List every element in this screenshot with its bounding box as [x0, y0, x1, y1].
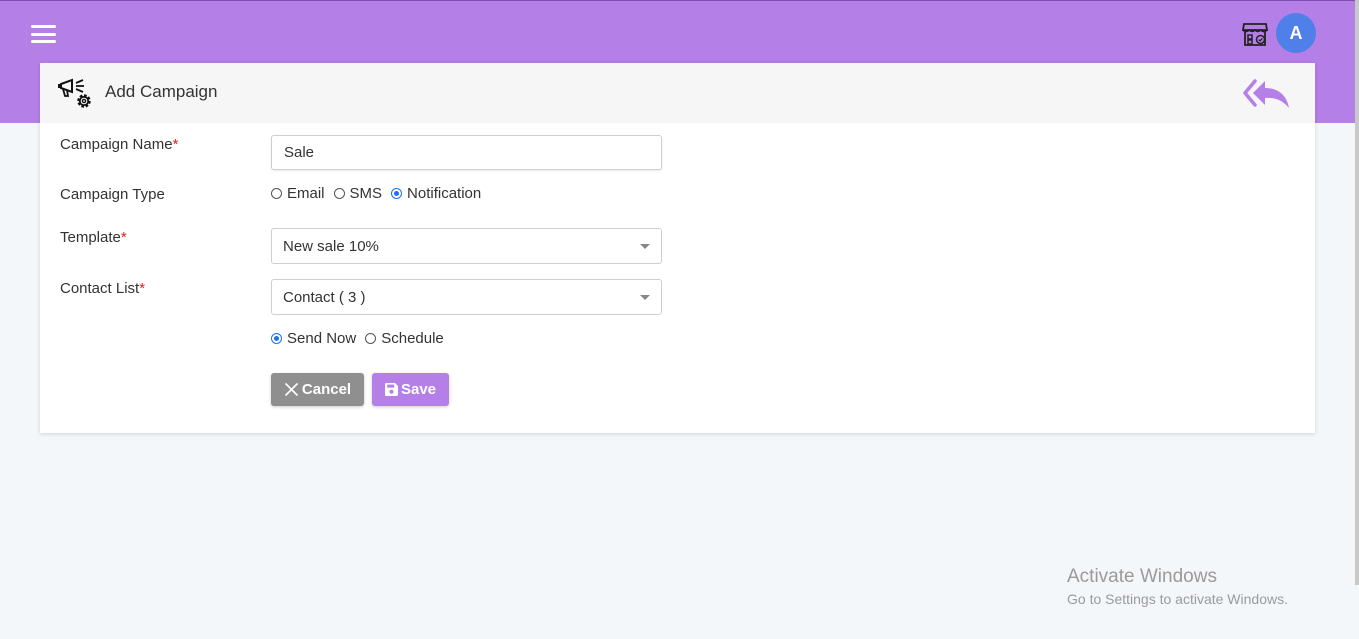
campaign-type-radio-group: Email SMS Notification [271, 185, 490, 202]
cancel-button-label: Cancel [301, 381, 352, 398]
contact-list-selected-value: Contact ( 3 ) [283, 288, 366, 306]
cancel-button[interactable]: Cancel [271, 373, 364, 406]
close-icon [284, 382, 298, 397]
radio-sms-label: SMS [349, 185, 383, 202]
campaign-type-sms-option[interactable]: SMS [333, 185, 383, 202]
radio-schedule-label: Schedule [381, 330, 444, 347]
card-header: Add Campaign [40, 63, 1315, 123]
scrollbar[interactable] [1355, 0, 1359, 585]
page-title: Add Campaign [105, 82, 218, 101]
radio-sms[interactable] [333, 188, 345, 199]
required-mark: * [120, 229, 127, 246]
chevron-down-icon [640, 244, 650, 249]
template-label-text: Template [60, 229, 121, 246]
required-mark: * [139, 280, 146, 297]
contact-list-label: Contact List* [60, 280, 145, 297]
save-button[interactable]: Save [372, 373, 449, 406]
windows-activation-watermark: Activate Windows Go to Settings to activ… [1067, 566, 1288, 607]
hamburger-icon[interactable] [31, 25, 56, 43]
watermark-subtitle: Go to Settings to activate Windows. [1067, 591, 1288, 607]
add-campaign-card: Add Campaign Campaign Name* Campaign Typ… [40, 63, 1315, 433]
contact-list-label-text: Contact List [60, 280, 140, 297]
send-now-option[interactable]: Send Now [271, 330, 356, 347]
template-selected-value: New sale 10% [283, 237, 379, 255]
required-mark: * [172, 136, 179, 153]
save-button-label: Save [400, 381, 437, 398]
double-reply-icon[interactable] [1243, 77, 1291, 109]
radio-send-now[interactable] [271, 333, 282, 344]
avatar[interactable]: A [1276, 13, 1316, 53]
watermark-title: Activate Windows [1067, 566, 1217, 587]
campaign-name-label: Campaign Name* [60, 136, 178, 153]
radio-email-label: Email [287, 185, 325, 202]
contact-list-select[interactable]: Contact ( 3 ) [271, 279, 662, 315]
campaign-name-label-text: Campaign Name [60, 136, 173, 153]
store-icon[interactable] [1242, 21, 1268, 47]
megaphone-gear-icon [58, 78, 91, 108]
chevron-down-icon [640, 295, 650, 300]
radio-notification[interactable] [391, 188, 403, 199]
radio-email[interactable] [271, 188, 282, 199]
radio-send-now-label: Send Now [287, 330, 357, 347]
radio-schedule[interactable] [365, 333, 377, 344]
campaign-type-label: Campaign Type [60, 186, 165, 203]
radio-notification-label: Notification [407, 185, 482, 202]
campaign-name-input[interactable] [271, 135, 662, 170]
floppy-disk-icon [384, 383, 398, 396]
template-select[interactable]: New sale 10% [271, 228, 662, 264]
campaign-type-notification-option[interactable]: Notification [391, 185, 481, 202]
template-label: Template* [60, 229, 127, 246]
send-radio-group: Send Now Schedule [271, 330, 453, 347]
schedule-option[interactable]: Schedule [365, 330, 444, 347]
campaign-type-email-option[interactable]: Email [271, 185, 325, 202]
